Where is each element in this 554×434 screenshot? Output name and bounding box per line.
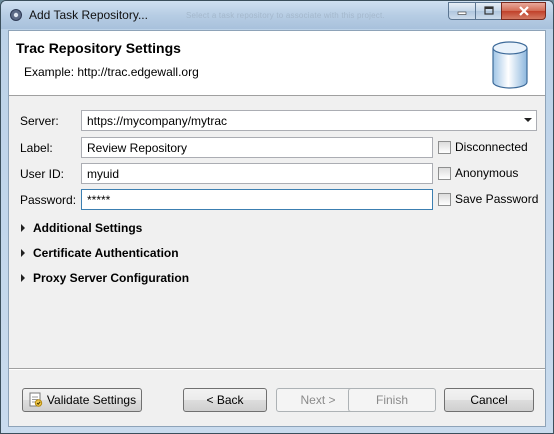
validate-icon xyxy=(29,392,43,407)
save-password-label: Save Password xyxy=(455,192,539,206)
label-label: Label: xyxy=(20,141,53,155)
eclipse-app-icon xyxy=(10,9,22,21)
server-label: Server: xyxy=(20,114,59,128)
validate-settings-button[interactable]: Validate Settings xyxy=(22,388,142,412)
checkbox-box[interactable] xyxy=(438,166,451,180)
close-icon xyxy=(518,6,529,16)
maximize-icon xyxy=(483,6,494,15)
disconnected-label: Disconnected xyxy=(455,140,528,154)
dialog-window: Add Task Repository... Select a task rep… xyxy=(0,0,554,434)
window-title: Add Task Repository... xyxy=(29,8,148,22)
back-button[interactable]: < Back xyxy=(183,388,267,412)
page-title: Trac Repository Settings xyxy=(16,40,181,56)
next-label: Next > xyxy=(300,393,336,407)
save-password-checkbox[interactable]: Save Password xyxy=(438,192,538,206)
userid-label: User ID: xyxy=(20,167,65,181)
password-label: Password: xyxy=(20,193,77,207)
chevron-down-icon[interactable] xyxy=(524,118,532,122)
section-proxy-server-configuration[interactable]: Proxy Server Configuration xyxy=(21,271,189,285)
window-ghost-text: Select a task repository to associate wi… xyxy=(186,11,385,20)
expand-triangle-icon[interactable] xyxy=(21,224,25,232)
minimize-button[interactable] xyxy=(448,2,475,20)
cancel-button[interactable]: Cancel xyxy=(444,388,534,412)
close-button[interactable] xyxy=(501,2,546,20)
checkbox-box[interactable] xyxy=(438,140,451,154)
section-additional-settings[interactable]: Additional Settings xyxy=(21,221,142,235)
disconnected-checkbox[interactable]: Disconnected xyxy=(438,140,528,154)
page-description: Example: http://trac.edgewall.org xyxy=(24,65,199,79)
button-bar-separator xyxy=(9,368,545,370)
label-value: Review Repository xyxy=(87,141,188,155)
finish-button[interactable]: Finish xyxy=(348,388,436,412)
dialog-client-area: Trac Repository Settings Example: http:/… xyxy=(8,30,546,427)
anonymous-checkbox[interactable]: Anonymous xyxy=(438,166,518,180)
back-label: < Back xyxy=(206,393,244,407)
userid-input[interactable]: myuid xyxy=(81,163,433,184)
title-bar[interactable]: Add Task Repository... Select a task rep… xyxy=(1,1,553,29)
label-input[interactable]: Review Repository xyxy=(81,137,433,158)
password-value: ***** xyxy=(87,193,111,207)
expand-triangle-icon[interactable] xyxy=(21,249,25,257)
expand-triangle-icon[interactable] xyxy=(21,274,25,282)
section-title: Proxy Server Configuration xyxy=(33,271,190,285)
finish-label: Finish xyxy=(375,393,408,407)
validate-label: Validate Settings xyxy=(46,393,137,407)
maximize-button[interactable] xyxy=(475,2,501,20)
section-title: Certificate Authentication xyxy=(33,246,179,260)
userid-value: myuid xyxy=(87,167,120,181)
minimize-icon xyxy=(457,11,467,15)
wizard-header: Trac Repository Settings Example: http:/… xyxy=(9,31,545,96)
checkbox-box[interactable] xyxy=(438,192,451,206)
server-combo[interactable]: https://mycompany/mytrac xyxy=(81,110,537,131)
cancel-label: Cancel xyxy=(470,393,508,407)
server-value: https://mycompany/mytrac xyxy=(87,114,228,128)
password-input[interactable]: ***** xyxy=(81,189,433,210)
section-title: Additional Settings xyxy=(33,221,143,235)
anonymous-label: Anonymous xyxy=(455,166,519,180)
section-certificate-authentication[interactable]: Certificate Authentication xyxy=(21,246,179,260)
repository-icon xyxy=(492,41,528,89)
